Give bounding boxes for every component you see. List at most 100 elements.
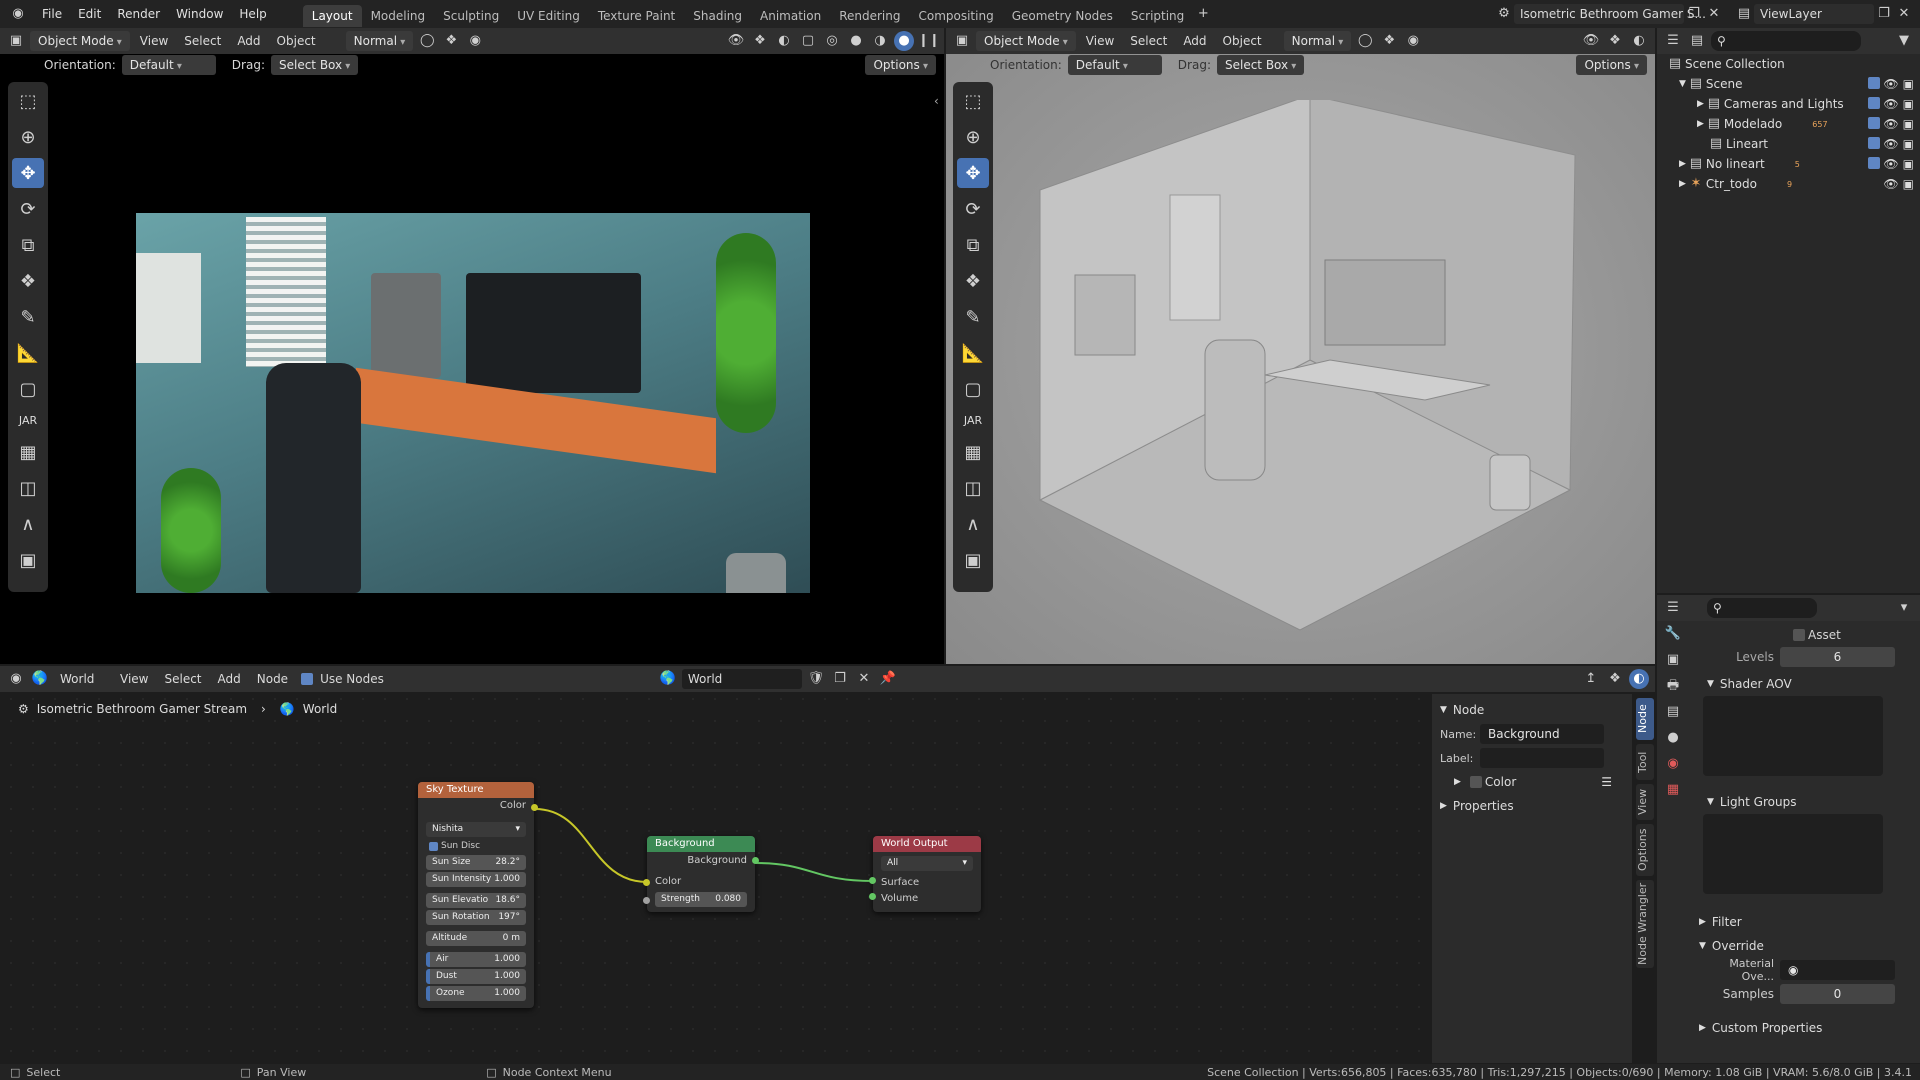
view-layer-icon[interactable]: ▤ [1734, 4, 1754, 24]
scene-props-icon[interactable]: ● [1663, 728, 1683, 748]
cursor-tool-icon[interactable]: ⊕ [957, 122, 989, 152]
expand-icon[interactable]: ▶ [1697, 99, 1704, 109]
orientation-dropdown[interactable]: Default [1067, 55, 1162, 75]
include-checkbox[interactable] [1868, 117, 1881, 129]
background-output-socket[interactable] [752, 857, 759, 864]
volume-socket[interactable] [869, 893, 876, 900]
tab-node-wrangler[interactable]: Node Wrangler [1636, 880, 1654, 968]
pause-render-icon[interactable]: ❙❙ [918, 31, 940, 51]
custom-properties-panel-header[interactable]: ▶ Custom Properties [1695, 1016, 1915, 1040]
menu-object[interactable]: Object [271, 31, 322, 51]
outliner-row-cameras-lights[interactable]: ▶ ▤ Cameras and Lights 👁 ▣ [1661, 94, 1916, 114]
curve-tool-icon[interactable]: ∧ [12, 509, 44, 539]
measure-tool-icon[interactable]: 📐 [957, 338, 989, 368]
view-layer-field[interactable]: ViewLayer [1754, 4, 1874, 24]
shader-aov-panel-header[interactable]: ▼ Shader AOV [1695, 672, 1915, 696]
tab-rendering[interactable]: Rendering [830, 5, 909, 27]
outliner-row-modelado[interactable]: ▶ ▤ Modelado 657 👁 ▣ [1661, 114, 1916, 134]
tab-uv-editing[interactable]: UV Editing [508, 5, 589, 27]
overlay-node-icon[interactable]: ◐ [1629, 669, 1649, 689]
outliner-row-no-lineart[interactable]: ▶ ▤ No lineart 5 👁 ▣ [1661, 154, 1916, 174]
curve-tool-icon[interactable]: ∧ [957, 509, 989, 539]
camera-icon[interactable]: ▣ [1903, 177, 1914, 191]
jar-panel-label[interactable]: JAR [964, 414, 982, 427]
annotate-tool-icon[interactable]: ✎ [957, 302, 989, 332]
remove-view-layer-icon[interactable]: ✕ [1894, 4, 1914, 24]
outliner-row-ctr-todo[interactable]: ▶ ✶ Ctr_todo 9 👁 ▣ [1661, 174, 1916, 194]
add-cube-tool-icon[interactable]: ▢ [957, 374, 989, 404]
view-layer-props-icon[interactable]: ▤ [1663, 702, 1683, 722]
tab-node[interactable]: Node [1636, 698, 1654, 740]
altitude-field[interactable]: Altitude 0 m [426, 931, 526, 946]
sky-color-socket[interactable] [531, 804, 538, 811]
options-dropdown[interactable]: Options [865, 55, 936, 75]
snap-node-icon[interactable]: ❖ [1605, 669, 1625, 689]
blender-logo-icon[interactable]: ◉ [8, 4, 28, 24]
drag-dropdown[interactable]: Select Box [270, 55, 359, 75]
pivot-icon[interactable]: ◯ [1355, 31, 1375, 51]
scale-tool-icon[interactable]: ⧉ [957, 230, 989, 260]
grid-tool-icon[interactable]: ▦ [12, 437, 44, 467]
measure-tool-icon[interactable]: 📐 [12, 338, 44, 368]
orientation-dropdown[interactable]: Default [121, 55, 216, 75]
use-color-checkbox[interactable] [1469, 776, 1482, 788]
proportional-edit-icon[interactable]: ◉ [1403, 31, 1423, 51]
tab-animation[interactable]: Animation [751, 5, 830, 27]
camera-icon[interactable]: ▣ [1903, 117, 1914, 131]
eye-icon[interactable]: 👁 [1883, 177, 1898, 191]
tool-props-icon[interactable]: 🔧 [1663, 624, 1683, 644]
world-props-icon[interactable]: ◉ [1663, 754, 1683, 774]
display-mode-icon[interactable]: ▤ [1687, 31, 1707, 51]
move-tool-icon[interactable]: ✥ [12, 158, 44, 188]
eye-icon[interactable]: 👁 [1883, 77, 1898, 91]
move-tool-icon[interactable]: ✥ [957, 158, 989, 188]
asset-checkbox[interactable] [1793, 629, 1805, 641]
eye-icon[interactable]: 👁 [1883, 157, 1898, 171]
gizmo-icon[interactable]: ❖ [1605, 31, 1625, 51]
properties-panel-header[interactable]: ▶ Properties [1440, 794, 1630, 818]
outliner-search-input[interactable]: ⚲ [1711, 31, 1861, 51]
tab-texture-paint[interactable]: Texture Paint [589, 5, 684, 27]
target-dropdown[interactable]: All ▾ [881, 856, 973, 871]
rotate-tool-icon[interactable]: ⟳ [12, 194, 44, 224]
scene-icon[interactable]: ⚙ [1494, 4, 1514, 24]
wireframe-shading-icon[interactable]: ◎ [822, 31, 842, 51]
tab-view[interactable]: View [1636, 784, 1654, 820]
drag-dropdown[interactable]: Select Box [1216, 55, 1305, 75]
sun-intensity-field[interactable]: Sun Intensity 1.000 [426, 872, 526, 887]
add-workspace-icon[interactable]: + [1193, 4, 1213, 24]
menu-window[interactable]: Window [168, 0, 231, 28]
sun-rotation-field[interactable]: Sun Rotation 197° [426, 910, 526, 925]
strength-socket[interactable] [643, 897, 650, 904]
render-props-icon[interactable]: ▣ [1663, 650, 1683, 670]
menu-view[interactable]: View [1080, 31, 1120, 51]
mode-dropdown[interactable]: Object Mode [30, 31, 130, 51]
tab-options[interactable]: Options [1636, 824, 1654, 876]
remove-scene-icon[interactable]: ✕ [1704, 4, 1724, 24]
dust-field[interactable]: Dust 1.000 [426, 969, 526, 984]
copy-scene-icon[interactable]: ❐ [1684, 4, 1704, 24]
material-shading-icon[interactable]: ◑ [870, 31, 890, 51]
proportional-edit-icon[interactable]: ◉ [465, 31, 485, 51]
include-checkbox[interactable] [1868, 97, 1881, 109]
pivot-icon[interactable]: ◯ [417, 31, 437, 51]
cursor-tool-icon[interactable]: ⊕ [12, 122, 44, 152]
editor-type-icon[interactable]: ▣ [952, 31, 972, 51]
camera-icon[interactable]: ▣ [1903, 77, 1914, 91]
expand-icon[interactable]: ▶ [1679, 159, 1686, 169]
material-override-field[interactable]: ◉ [1780, 960, 1895, 980]
overlay-icon[interactable]: ◐ [774, 31, 794, 51]
strength-field[interactable]: Strength 0.080 [655, 892, 747, 907]
eye-icon[interactable]: 👁 [1883, 137, 1898, 151]
mode-dropdown[interactable]: Object Mode [976, 31, 1076, 51]
editor-type-icon[interactable]: ☰ [1663, 31, 1683, 51]
background-color-socket[interactable] [643, 879, 650, 886]
properties-search-input[interactable]: ⚲ [1707, 598, 1817, 618]
solid-shading-icon[interactable]: ● [846, 31, 866, 51]
options-chevron-icon[interactable]: ▾ [1894, 598, 1914, 618]
editor-type-icon[interactable]: ☰ [1663, 598, 1683, 618]
xray-icon[interactable]: ▢ [798, 31, 818, 51]
outliner-row-scene[interactable]: ▼ ▤ Scene 👁 ▣ [1661, 74, 1916, 94]
texture-props-icon[interactable]: ▦ [1663, 780, 1683, 800]
menu-add[interactable]: Add [231, 31, 266, 51]
